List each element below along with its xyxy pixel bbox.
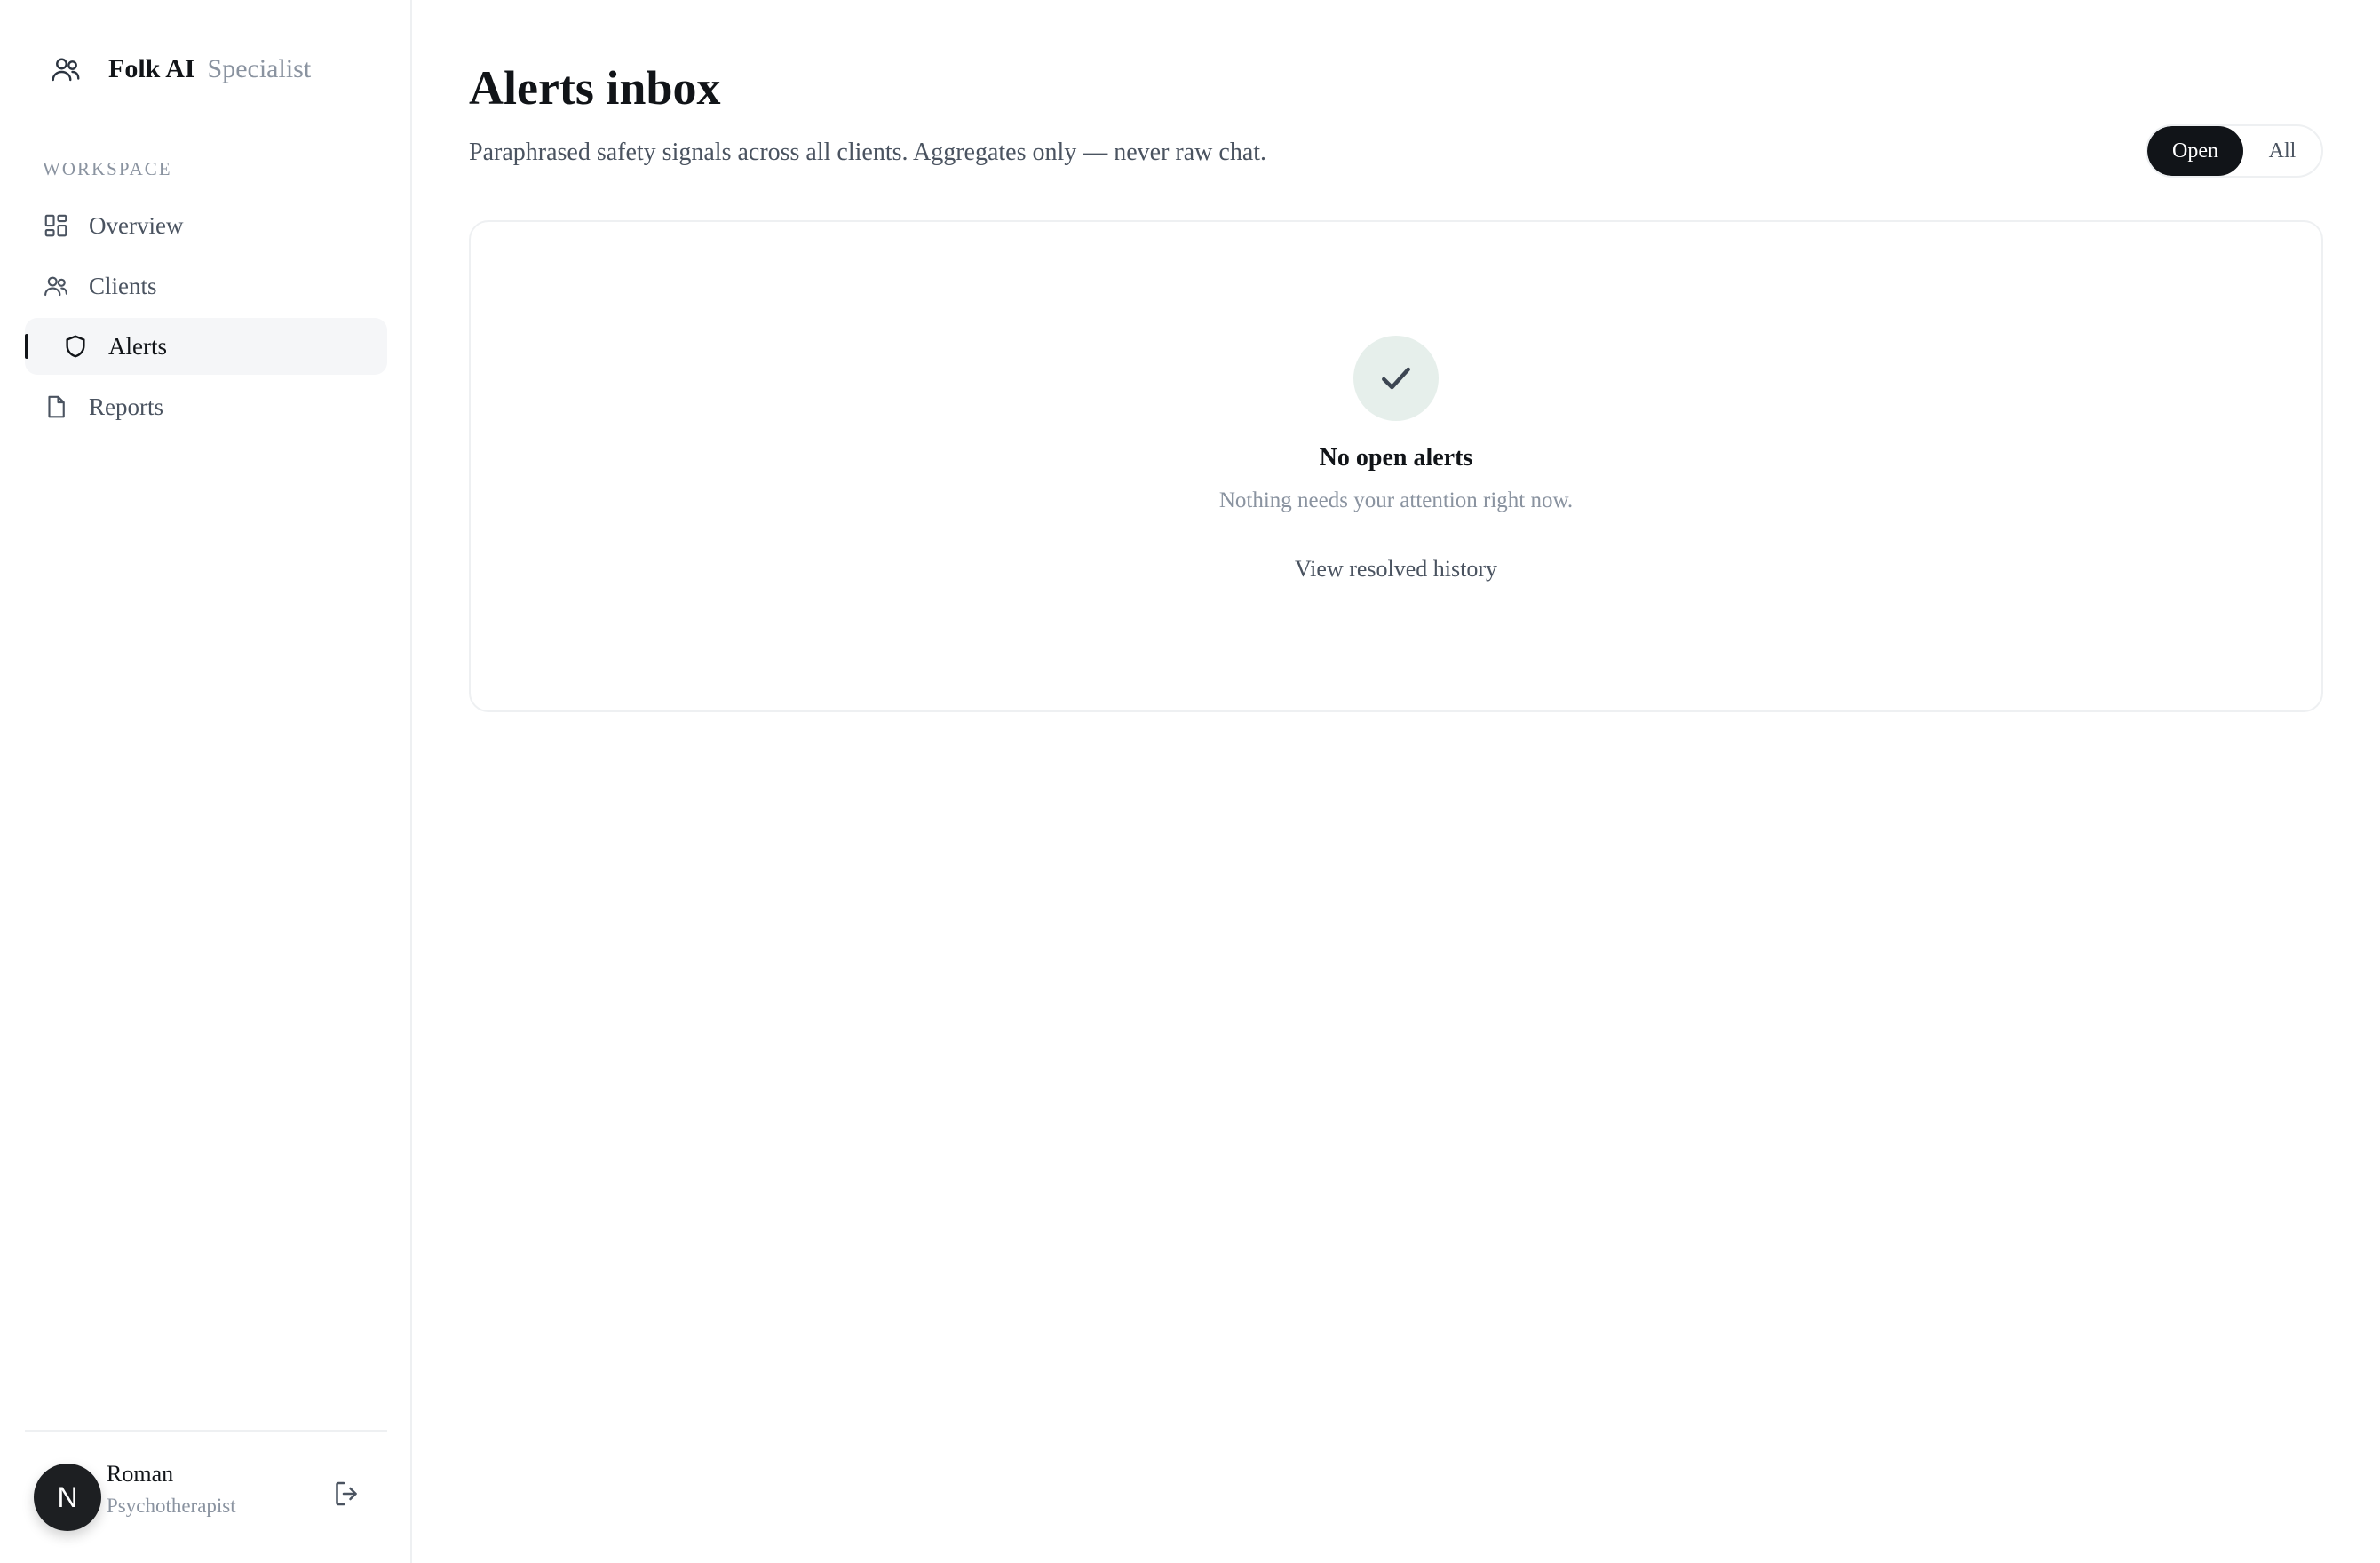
user-profile[interactable]: N Roman Psychotherapist [34, 1461, 236, 1531]
avatar[interactable]: N [34, 1464, 101, 1531]
view-resolved-history-link[interactable]: View resolved history [1295, 556, 1497, 583]
sidebar-item-reports[interactable]: Reports [25, 378, 387, 435]
sidebar: Folk AI Specialist WORKSPACE Overview Cl… [0, 0, 412, 1563]
sidebar-footer: N Roman Psychotherapist [25, 1430, 387, 1531]
filter-open-button[interactable]: Open [2147, 126, 2243, 176]
brand[interactable]: Folk AI Specialist [50, 50, 311, 89]
sidebar-item-clients[interactable]: Clients [25, 258, 387, 314]
active-indicator [25, 334, 28, 359]
section-label: WORKSPACE [43, 158, 172, 179]
sidebar-item-alerts[interactable]: Alerts [25, 318, 387, 375]
file-icon [48, 395, 65, 418]
users-icon [44, 276, 67, 297]
page-subtitle: Paraphrased safety signals across all cl… [469, 139, 1267, 166]
sidebar-item-label: Overview [89, 211, 184, 239]
empty-state-subtitle: Nothing needs your attention right now. [1218, 488, 1574, 512]
sidebar-item-label: Reports [89, 393, 163, 420]
user-info: Roman Psychotherapist [107, 1461, 236, 1518]
grid-icon [44, 214, 67, 237]
sidebar-item-label: Alerts [108, 332, 167, 360]
sidebar-nav: Overview Clients Alerts Reports [25, 197, 387, 439]
brand-name: Folk AI [108, 54, 195, 83]
user-role: Psychotherapist [107, 1495, 236, 1517]
check-icon [1382, 367, 1410, 390]
sidebar-item-overview[interactable]: Overview [25, 197, 387, 254]
user-name: Roman [107, 1461, 174, 1487]
sidebar-item-label: Clients [89, 272, 157, 299]
logout-icon[interactable] [330, 1478, 362, 1510]
filter-all-button[interactable]: All [2243, 126, 2321, 176]
success-badge [1353, 336, 1439, 421]
alerts-empty-card: No open alerts Nothing needs your attent… [469, 220, 2323, 712]
status-filter: Open All [2146, 124, 2323, 178]
users-icon [52, 58, 80, 82]
brand-role: Specialist [207, 54, 312, 83]
shield-icon [66, 335, 85, 358]
empty-state-title: No open alerts [1319, 444, 1473, 472]
page-title: Alerts inbox [469, 61, 721, 115]
